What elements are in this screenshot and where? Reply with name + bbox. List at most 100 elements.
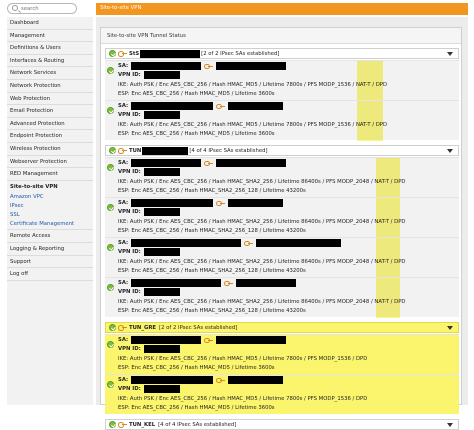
redacted-block xyxy=(216,336,287,344)
vpn-id-label: VPN ID: xyxy=(118,169,141,175)
sidebar-item-network-protection[interactable]: Network Protection xyxy=(7,80,93,93)
status-ok-icon xyxy=(109,421,116,428)
sidebar-item-site-to-site-vpn[interactable]: Site-to-site VPN xyxy=(7,181,93,194)
ike-line: IKE: Auth PSK / Enc AES_CBC_256 / Hash H… xyxy=(118,299,406,305)
vpn-id-line: VPN ID: xyxy=(118,71,181,79)
ike-line: IKE: Auth PSK / Enc AES_CBC_256 / Hash H… xyxy=(118,122,388,128)
key-icon xyxy=(118,51,127,57)
sa-row: SA: VPN ID: IKE: Auth PSK / Enc AES_CBC_25… xyxy=(105,374,459,414)
sa-row: SA: VPN ID: IKE: Auth PSK / Enc AES_CBC_25… xyxy=(105,60,459,101)
tunnel-header[interactable]: TUN_GRE [2 of 2 IPsec SAs established] xyxy=(105,322,459,333)
sidebar-item-management[interactable]: Management xyxy=(7,30,93,43)
sa-label: SA: xyxy=(118,63,129,69)
chevron-down-icon[interactable] xyxy=(447,149,453,153)
esp-line: ESP: Enc AES_CBC_256 / Hash HMAC_SHA2_25… xyxy=(118,308,306,314)
sidebar-item-interfaces-routing[interactable]: Interfaces & Routing xyxy=(7,55,93,68)
sidebar-item-email-protection[interactable]: Email Protection xyxy=(7,105,93,118)
status-ok-icon xyxy=(107,164,114,171)
sidebar-item-definitions-users[interactable]: Definitions & Users xyxy=(7,42,93,55)
esp-line: ESP: Enc AES_CBC_256 / Hash HMAC_MD5 / L… xyxy=(118,131,275,137)
sa-row: SA: VPN ID: IKE: Auth PSK / Enc AES_CBC_25… xyxy=(105,197,459,238)
breadcrumb: Site-to-site VPN xyxy=(96,3,468,15)
sidebar-subitem-certificate-management[interactable]: Certificate Management xyxy=(7,220,93,231)
sa-label: SA: xyxy=(118,240,129,246)
sa-line: SA: xyxy=(118,239,342,247)
sa-label: SA: xyxy=(118,377,129,383)
sidebar: Dashboard Management Definitions & Users… xyxy=(7,17,93,405)
sidebar-subitem-amazon-vpc[interactable]: Amazon VPC xyxy=(7,193,93,202)
key-icon xyxy=(118,325,127,331)
vpn-id-label: VPN ID: xyxy=(118,209,141,215)
tunnel-sa-count: [2 of 2 IPsec SAs established] xyxy=(201,50,280,57)
sidebar-subitem-ssl[interactable]: SSL xyxy=(7,211,93,220)
sa-row: SA: VPN ID: IKE: Auth PSK / Enc AES_CBC_25… xyxy=(105,277,459,318)
sidebar-item-web-protection[interactable]: Web Protection xyxy=(7,93,93,106)
sa-line: SA: xyxy=(118,62,287,70)
sidebar-item-logging-reporting[interactable]: Logging & Reporting xyxy=(7,243,93,256)
vpn-id-label: VPN ID: xyxy=(118,289,141,295)
key-icon xyxy=(216,377,226,383)
sa-label: SA: xyxy=(118,337,129,343)
top-bar: Site-to-site VPN xyxy=(0,0,474,17)
redacted-block xyxy=(143,71,180,79)
sidebar-item-wireless-protection[interactable]: Wireless Protection xyxy=(7,143,93,156)
ike-line: IKE: Auth PSK / Enc AES_CBC_256 / Hash H… xyxy=(118,219,406,225)
redacted-block xyxy=(143,208,180,216)
esp-line: ESP: Enc AES_CBC_256 / Hash HMAC_MD5 / L… xyxy=(118,365,275,371)
sidebar-item-dashboard[interactable]: Dashboard xyxy=(7,17,93,30)
status-ok-icon xyxy=(107,244,114,251)
chevron-down-icon[interactable] xyxy=(447,423,453,427)
sidebar-subitem-ipsec[interactable]: IPsec xyxy=(7,202,93,211)
key-icon xyxy=(204,160,214,166)
redacted-block xyxy=(143,248,180,256)
sa-line: SA: xyxy=(118,199,284,207)
ike-line: IKE: Auth PSK / Enc AES_CBC_256 / Hash H… xyxy=(118,259,406,265)
sa-row: SA: VPN ID: IKE: Auth PSK / Enc AES_CBC_25… xyxy=(105,100,459,141)
nat-t-highlight xyxy=(376,278,400,318)
vpn-id-line: VPN ID: xyxy=(118,208,181,216)
sidebar-item-log-off[interactable]: Log off xyxy=(7,268,93,281)
redacted-block xyxy=(131,239,242,247)
vpn-id-line: VPN ID: xyxy=(118,385,181,393)
redacted-block xyxy=(131,62,202,70)
redacted-block xyxy=(216,62,287,70)
vpn-id-line: VPN ID: xyxy=(118,248,181,256)
tunnel-header[interactable]: TUN [4 of 4 IPsec SAs established] xyxy=(105,145,459,156)
key-icon xyxy=(118,148,127,154)
ike-line: IKE: Auth PSK / Enc AES_CBC_256 / Hash H… xyxy=(118,356,368,362)
redacted-block xyxy=(228,102,284,110)
sa-line: SA: xyxy=(118,336,287,344)
vpn-id-label: VPN ID: xyxy=(118,346,141,352)
redacted-block xyxy=(140,49,201,58)
sidebar-item-endpoint-protection[interactable]: Endpoint Protection xyxy=(7,130,93,143)
redacted-block xyxy=(131,159,202,167)
status-ok-icon xyxy=(109,50,116,57)
redacted-block xyxy=(216,159,287,167)
sidebar-item-remote-access[interactable]: Remote Access xyxy=(7,230,93,243)
sidebar-item-advanced-protection[interactable]: Advanced Protection xyxy=(7,118,93,131)
sidebar-item-network-services[interactable]: Network Services xyxy=(7,67,93,80)
sidebar-item-webserver-protection[interactable]: Webserver Protection xyxy=(7,156,93,169)
vpn-id-label: VPN ID: xyxy=(118,386,141,392)
sidebar-item-support[interactable]: Support xyxy=(7,256,93,269)
sidebar-item-red-management[interactable]: RED Management xyxy=(7,168,93,181)
esp-line: ESP: Enc AES_CBC_256 / Hash HMAC_SHA2_25… xyxy=(118,188,306,194)
chevron-down-icon[interactable] xyxy=(447,52,453,56)
status-ok-icon xyxy=(107,381,114,388)
key-icon xyxy=(244,240,254,246)
key-icon xyxy=(216,103,226,109)
key-icon xyxy=(224,280,234,286)
redacted-block xyxy=(143,168,180,176)
tunnel-status-panel: Site-to-site VPN Tunnel Status StS [2 of … xyxy=(100,27,462,430)
tunnel-header[interactable]: StS [2 of 2 IPsec SAs established] xyxy=(105,48,459,59)
search-box[interactable] xyxy=(7,3,77,14)
tunnel-header[interactable]: TUN_KEL [4 of 4 IPsec SAs established] xyxy=(105,419,459,430)
key-icon xyxy=(204,63,214,69)
chevron-down-icon[interactable] xyxy=(447,326,453,330)
ike-line: IKE: Auth PSK / Enc AES_CBC_256 / Hash H… xyxy=(118,396,368,402)
tunnel-name: TUN xyxy=(129,147,142,154)
redacted-block xyxy=(143,288,180,296)
search-input[interactable] xyxy=(21,5,73,13)
redacted-block xyxy=(228,376,284,384)
sa-line: SA: xyxy=(118,376,284,384)
